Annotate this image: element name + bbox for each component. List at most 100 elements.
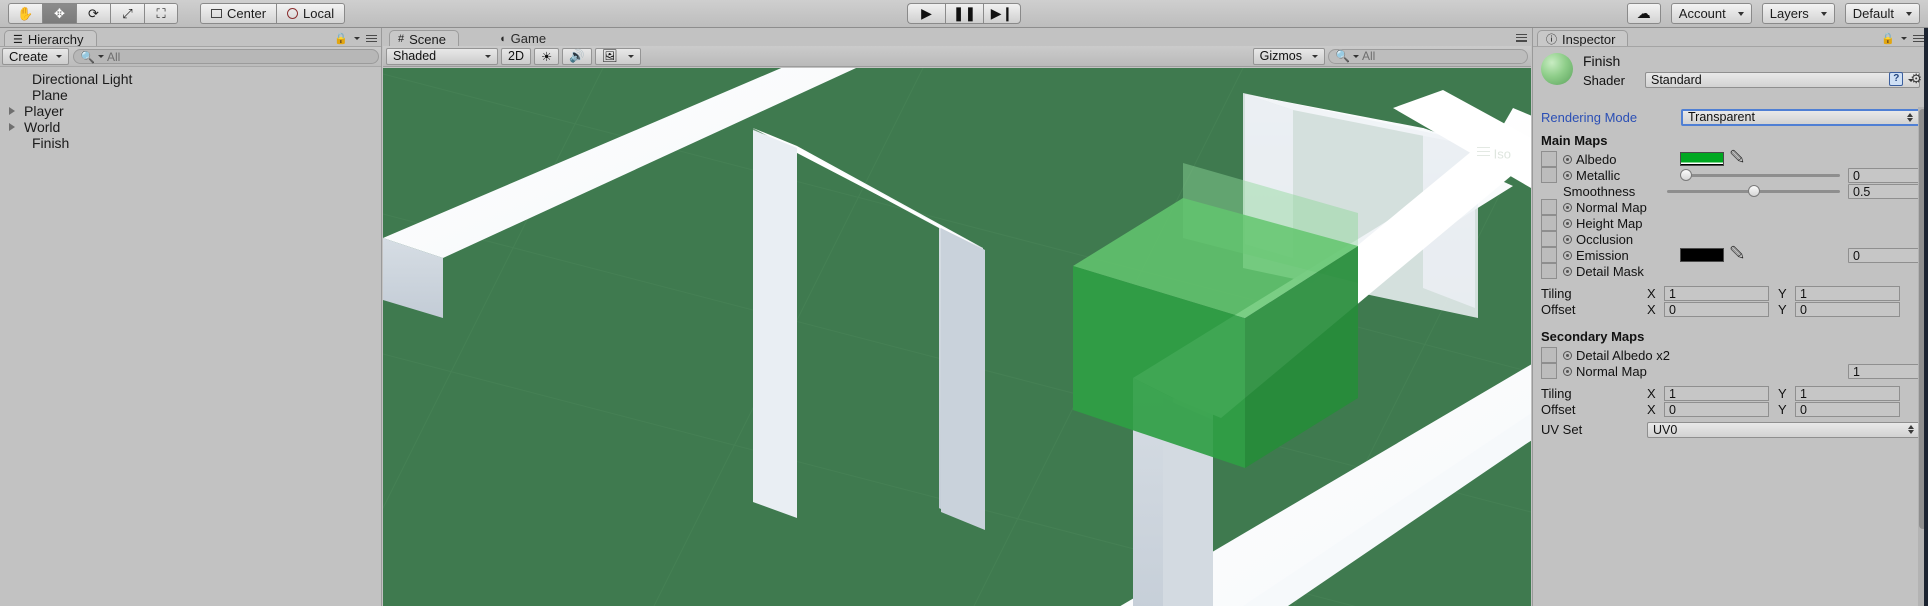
sec-tiling-x-field[interactable]: 1 bbox=[1664, 385, 1769, 401]
shader-dropdown[interactable]: Standard bbox=[1645, 72, 1920, 88]
tab-inspector[interactable]: ⓘ Inspector bbox=[1537, 30, 1629, 47]
smoothness-label: Smoothness bbox=[1563, 183, 1636, 199]
scene-effects-button[interactable]: 🖼 bbox=[594, 47, 641, 65]
smoothness-value-field[interactable]: 0.5 bbox=[1848, 183, 1920, 199]
tiling-x-field[interactable]: 1 bbox=[1664, 285, 1769, 301]
rendering-mode-row: Rendering Mode Transparent bbox=[1541, 107, 1920, 127]
emission-texture-slot[interactable] bbox=[1541, 247, 1557, 263]
rotate-tool-button[interactable]: ⟳ bbox=[76, 3, 110, 24]
slider-knob[interactable] bbox=[1748, 185, 1761, 197]
toggle-2d-button[interactable]: 2D bbox=[501, 47, 531, 65]
tab-scene[interactable]: # Scene bbox=[389, 30, 459, 47]
material-header-icons: ? ⚙ bbox=[1889, 71, 1922, 87]
secondary-tiling-label: Tiling bbox=[1541, 385, 1572, 401]
tiling-y-field[interactable]: 1 bbox=[1795, 285, 1900, 301]
panel-menu-icon[interactable] bbox=[1913, 33, 1924, 44]
step-button[interactable]: ▶❙ bbox=[983, 3, 1021, 24]
sec-offset-y-field[interactable]: 0 bbox=[1795, 401, 1900, 417]
emission-toggle-icon[interactable] bbox=[1563, 250, 1572, 260]
detail-albedo-toggle-icon[interactable] bbox=[1563, 350, 1572, 360]
scene-audio-button[interactable]: 🔊 bbox=[562, 47, 592, 65]
space-mode-button[interactable]: Local bbox=[276, 3, 346, 24]
expand-arrow-icon[interactable] bbox=[6, 121, 18, 133]
cloud-services-button[interactable]: ☁ bbox=[1626, 3, 1661, 24]
sec-tiling-y-field[interactable]: 1 bbox=[1795, 385, 1900, 401]
create-button[interactable]: Create bbox=[2, 48, 70, 65]
metallic-value-field[interactable]: 0 bbox=[1848, 167, 1920, 183]
secondary-normal-texture-slot[interactable] bbox=[1541, 363, 1557, 379]
scene-lighting-button[interactable]: ☀ bbox=[533, 47, 560, 65]
inspector-properties: Rendering Mode Transparent Main Maps Alb… bbox=[1533, 107, 1928, 606]
secondary-normal-value-field[interactable]: 1 bbox=[1848, 363, 1920, 379]
scale-tool-button[interactable]: ⤢ bbox=[110, 3, 144, 24]
eyedropper-icon[interactable]: 🖉 bbox=[1730, 148, 1744, 170]
offset-y-field[interactable]: 0 bbox=[1795, 301, 1900, 317]
account-dropdown[interactable]: Account bbox=[1670, 3, 1752, 24]
gear-icon[interactable]: ⚙ bbox=[1910, 71, 1922, 87]
create-label: Create bbox=[9, 49, 49, 64]
list-item[interactable]: Player bbox=[0, 103, 381, 119]
albedo-color-swatch[interactable] bbox=[1680, 152, 1724, 166]
layout-dropdown[interactable]: Default bbox=[1844, 3, 1920, 24]
tab-hierarchy-label: Hierarchy bbox=[27, 31, 84, 47]
occlusion-toggle-icon[interactable] bbox=[1563, 234, 1572, 244]
rect-tool-button[interactable]: ⛶ bbox=[144, 3, 178, 24]
normal-map-toggle-icon[interactable] bbox=[1563, 202, 1572, 212]
expand-arrow-icon[interactable] bbox=[6, 105, 18, 117]
smoothness-slider[interactable] bbox=[1667, 184, 1840, 198]
tiling-label: Tiling bbox=[1541, 285, 1572, 301]
albedo-toggle-icon[interactable] bbox=[1563, 154, 1572, 164]
draw-mode-label: Shaded bbox=[393, 49, 437, 63]
list-item[interactable]: Directional Light bbox=[0, 71, 381, 87]
tab-game[interactable]: ◖ Game bbox=[491, 30, 558, 47]
albedo-texture-slot[interactable] bbox=[1541, 151, 1557, 167]
emission-color-swatch[interactable] bbox=[1680, 248, 1724, 262]
lock-icon[interactable]: 🔒 bbox=[1881, 32, 1895, 45]
sec-tiling-y-label: Y bbox=[1778, 385, 1787, 401]
scene-viewport[interactable]: y z x Iso bbox=[383, 68, 1531, 606]
toggle-2d-label: 2D bbox=[508, 49, 524, 63]
gizmos-dropdown[interactable]: Gizmos bbox=[1252, 47, 1325, 65]
detail-mask-toggle-icon[interactable] bbox=[1563, 266, 1572, 276]
layers-dropdown[interactable]: Layers bbox=[1761, 3, 1835, 24]
sec-offset-x-field[interactable]: 0 bbox=[1664, 401, 1769, 417]
uv-set-dropdown[interactable]: UV0 bbox=[1647, 421, 1920, 438]
rendering-mode-dropdown[interactable]: Transparent bbox=[1681, 108, 1920, 126]
draw-mode-dropdown[interactable]: Shaded bbox=[386, 47, 498, 65]
secondary-maps-title: Secondary Maps bbox=[1541, 329, 1645, 344]
panel-menu-icon[interactable] bbox=[366, 33, 377, 44]
detail-mask-texture-slot[interactable] bbox=[1541, 263, 1557, 279]
normal-map-texture-slot[interactable] bbox=[1541, 199, 1557, 215]
hand-tool-button[interactable]: ✋ bbox=[8, 3, 42, 24]
metallic-toggle-icon[interactable] bbox=[1563, 170, 1572, 180]
chevron-down-icon bbox=[56, 55, 63, 58]
panel-menu-icon[interactable] bbox=[1516, 32, 1527, 43]
move-tool-button[interactable]: ✥ bbox=[42, 3, 76, 24]
play-button[interactable]: ▶ bbox=[907, 3, 945, 24]
scene-search-input[interactable]: 🔍 All bbox=[1328, 48, 1528, 64]
hierarchy-search-input[interactable]: 🔍 All bbox=[73, 49, 379, 64]
rotate-icon: ⟳ bbox=[88, 5, 99, 21]
metallic-texture-slot[interactable] bbox=[1541, 167, 1557, 183]
pause-button[interactable]: ❚❚ bbox=[945, 3, 983, 24]
height-map-texture-slot[interactable] bbox=[1541, 215, 1557, 231]
height-map-toggle-icon[interactable] bbox=[1563, 218, 1572, 228]
hierarchy-panel: ☰ Hierarchy 🔒 Create 🔍 All Directional L… bbox=[0, 28, 382, 606]
secondary-normal-toggle-icon[interactable] bbox=[1563, 366, 1572, 376]
occlusion-texture-slot[interactable] bbox=[1541, 231, 1557, 247]
projection-mode-toggle[interactable]: Iso bbox=[1477, 144, 1511, 162]
list-item[interactable]: World bbox=[0, 119, 381, 135]
pivot-mode-button[interactable]: Center bbox=[200, 3, 277, 24]
eyedropper-icon[interactable]: 🖉 bbox=[1730, 244, 1744, 266]
offset-x-field[interactable]: 0 bbox=[1664, 301, 1769, 317]
hand-icon: ✋ bbox=[17, 5, 34, 21]
list-item[interactable]: Plane bbox=[0, 87, 381, 103]
tab-hierarchy[interactable]: ☰ Hierarchy bbox=[4, 30, 97, 47]
emission-value-field[interactable]: 0 bbox=[1848, 247, 1920, 263]
slider-knob[interactable] bbox=[1680, 169, 1692, 181]
help-icon[interactable]: ? bbox=[1889, 72, 1904, 86]
metallic-slider[interactable] bbox=[1680, 168, 1840, 182]
detail-albedo-texture-slot[interactable] bbox=[1541, 347, 1557, 363]
list-item[interactable]: Finish bbox=[0, 135, 381, 151]
lock-icon[interactable]: 🔒 bbox=[334, 32, 348, 45]
